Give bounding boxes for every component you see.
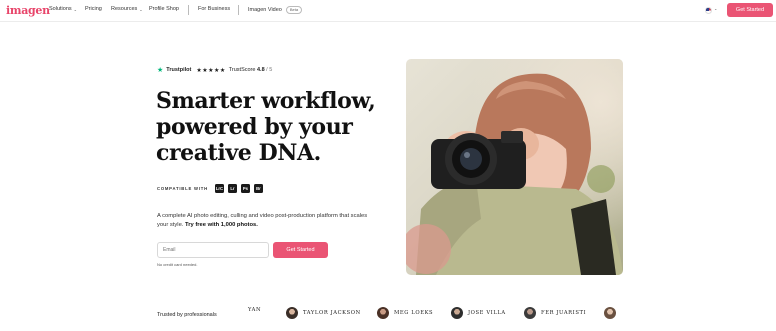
imagen-logo[interactable]: imagen	[6, 4, 50, 17]
trustpilot-brand: Trustpilot	[166, 67, 192, 73]
rating-stars: ★★★★★	[196, 67, 226, 74]
professional-name: FER JUARISTI	[541, 310, 587, 316]
avatar	[286, 307, 298, 319]
nav-resources[interactable]: Resources ⌄	[111, 6, 143, 12]
us-flag-icon[interactable]	[705, 7, 712, 14]
hero-photo	[406, 59, 623, 275]
lightroom-icon: Lr	[227, 184, 237, 193]
professional-item[interactable]	[604, 307, 616, 319]
photographer-illustration	[406, 59, 623, 275]
trustscore-value: 4.8	[256, 67, 265, 73]
avatar	[604, 307, 616, 319]
avatar	[524, 307, 536, 319]
trustscore-suffix: / 5	[266, 67, 273, 73]
top-nav: imagen Solutions ⌄ Pricing Resources ⌄ Pro…	[0, 0, 776, 22]
avatar	[451, 307, 463, 319]
no-card-note: No credit card needed.	[157, 262, 198, 267]
nav-divider	[188, 5, 189, 15]
avatar	[377, 307, 389, 319]
professional-item[interactable]: MEG LOEKS	[377, 307, 433, 319]
trusted-label: Trusted by professionals	[157, 312, 217, 318]
nav-solutions[interactable]: Solutions ⌄	[49, 6, 77, 12]
beta-badge: Beta	[285, 6, 303, 14]
nav-get-started-button[interactable]: Get Started	[727, 3, 773, 17]
chevron-down-icon[interactable]: ⌄	[714, 6, 717, 11]
trustpilot-star-icon: ★	[157, 67, 164, 74]
chevron-down-icon: ⌄	[139, 6, 143, 12]
professional-item[interactable]: FER JUARISTI	[524, 307, 586, 319]
hero-headline: Smarter workflow, powered by your creati…	[156, 88, 396, 166]
nav-imagen-video[interactable]: Imagen Video Beta	[248, 6, 303, 14]
trustpilot-rating[interactable]: ★ Trustpilot ★★★★★ TrustScore 4.8 / 5	[157, 66, 272, 74]
professional-name: YAN	[248, 307, 262, 313]
nav-profile-shop[interactable]: Profile Shop	[149, 6, 179, 12]
professional-name: MEG LOEKS	[394, 310, 434, 316]
professional-name: TAYLOR JACKSON	[303, 310, 361, 316]
photoshop-icon: Ps	[240, 184, 250, 193]
bridge-icon: Br	[253, 184, 263, 193]
headline-line: Smarter workflow,	[156, 88, 376, 114]
trustscore-prefix: TrustScore	[228, 67, 256, 73]
professional-name: JOSE VILLA	[468, 310, 506, 316]
lightroom-classic-icon: LrC	[214, 184, 224, 193]
description-bold: Try free with 1,000 photos.	[185, 221, 258, 228]
headline-line: powered by your	[156, 114, 353, 140]
nav-profile-shop-label: Profile Shop	[149, 6, 179, 12]
nav-imagen-video-label: Imagen Video	[248, 7, 282, 13]
nav-pricing-label: Pricing	[85, 6, 102, 12]
nav-divider	[238, 5, 239, 15]
professional-item[interactable]: JOSE VILLA	[451, 307, 506, 319]
hero-get-started-button[interactable]: Get Started	[273, 242, 328, 258]
compatible-label: COMPATIBLE WITH	[157, 186, 208, 191]
nav-solutions-label: Solutions	[49, 6, 72, 12]
hero-description: A complete AI photo editing, culling and…	[157, 212, 372, 229]
chevron-down-icon: ⌄	[73, 6, 77, 12]
trustscore: TrustScore 4.8 / 5	[229, 67, 273, 73]
nav-pricing[interactable]: Pricing	[85, 6, 102, 12]
compatible-with: COMPATIBLE WITH LrC Lr Ps Br	[157, 184, 263, 193]
professional-item[interactable]: TAYLOR JACKSON	[286, 307, 361, 319]
email-input[interactable]	[157, 242, 269, 258]
headline-line: creative DNA.	[156, 140, 321, 166]
nav-resources-label: Resources	[111, 6, 138, 12]
nav-for-business-label: For Business	[198, 6, 231, 12]
professional-item[interactable]: YAN	[248, 307, 261, 313]
nav-for-business[interactable]: For Business	[198, 6, 230, 12]
